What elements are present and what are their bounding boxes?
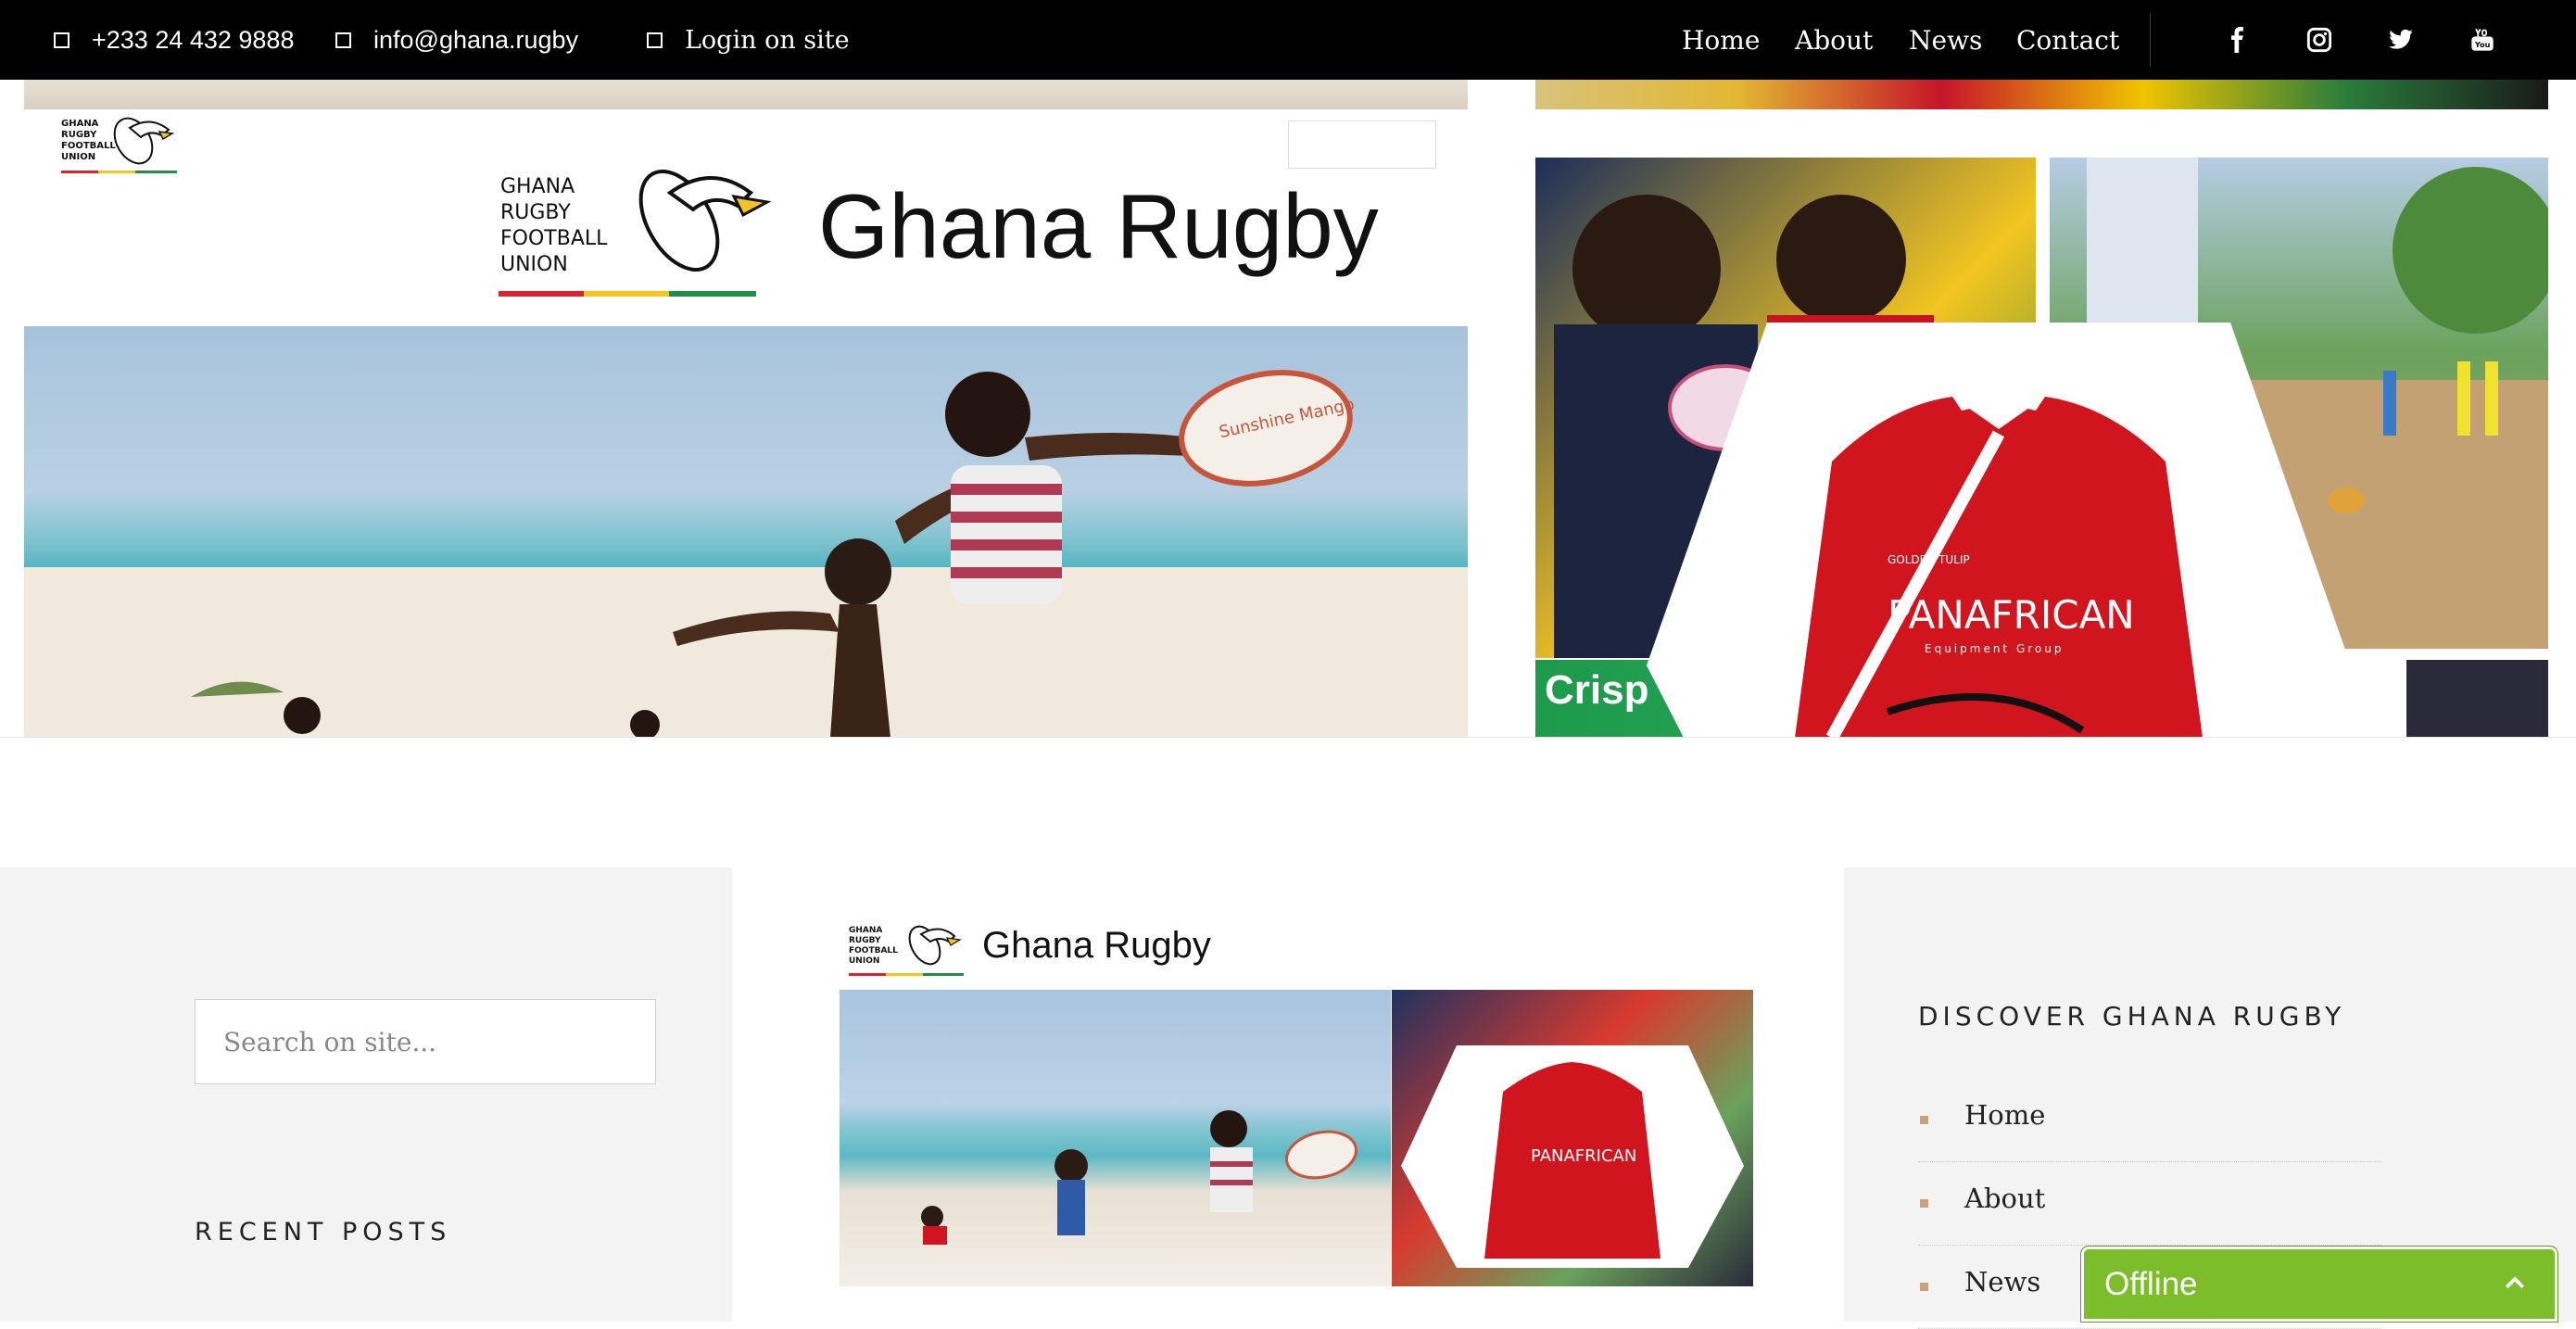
discover-title: DISCOVER GHANA RUGBY [1918, 1001, 2346, 1032]
nav-contact[interactable]: Contact [2016, 0, 2119, 80]
hero-right-collage: Crisp GOLDEN TULIP PANAFRICAN Equipment … [1535, 80, 2548, 738]
svg-text:GHANA: GHANA [61, 119, 99, 129]
email-address: info@ghana.rugby [373, 25, 579, 54]
svg-text:PANAFRICAN: PANAFRICAN [1531, 1146, 1636, 1166]
hero-banner: GHANA RUGBY FOOTBALL UNION GHANA RUGBY F… [0, 80, 2576, 738]
featured-beach-photo[interactable] [840, 990, 1391, 1286]
flag-strip [1535, 80, 2548, 109]
login-icon [647, 32, 663, 48]
svg-text:Equipment Group: Equipment Group [1925, 642, 2065, 655]
phone-icon [54, 32, 69, 48]
svg-text:RUGBY: RUGBY [849, 936, 881, 945]
nav-divider [2150, 13, 2151, 67]
youtube-icon[interactable]: You [2462, 0, 2503, 80]
login-label: Login on site [685, 25, 850, 55]
discover-link-home[interactable]: Home [1964, 1099, 2045, 1131]
featured-collage-photo[interactable]: PANAFRICAN [1392, 990, 1753, 1286]
hero-divider [0, 737, 2576, 738]
svg-text:UNION: UNION [500, 253, 568, 276]
chat-widget[interactable]: Offline [2080, 1246, 2558, 1323]
main-content: GHANA RUGBY FOOTBALL UNION Ghana Rugby P… [732, 867, 1844, 1322]
facebook-icon[interactable] [2217, 0, 2258, 80]
bullet-icon [1920, 1116, 1928, 1124]
jersey-hexagon: GOLDEN TULIP PANAFRICAN Equipment Group [1647, 323, 2351, 738]
svg-text:RUGBY: RUGBY [61, 130, 97, 140]
eagle-logo-icon: GHANA RUGBY FOOTBALL UNION [61, 117, 177, 173]
featured-title: Ghana Rugby [982, 925, 1211, 966]
brand-logo-large: GHANA RUGBY FOOTBALL UNION Ghana Rugby [499, 165, 1468, 313]
left-sidebar: RECENT POSTS [0, 867, 732, 1322]
discover-link-news[interactable]: News [1964, 1266, 2040, 1297]
site-logo[interactable]: GHANA RUGBY FOOTBALL UNION [61, 113, 191, 180]
bullet-icon [1920, 1199, 1928, 1208]
svg-text:FOOTBALL: FOOTBALL [849, 946, 898, 956]
nav-news[interactable]: News [1909, 0, 1982, 80]
chat-status: Offline [2104, 1266, 2198, 1302]
sand-strip [24, 80, 1468, 109]
svg-text:RUGBY: RUGBY [500, 201, 571, 224]
twitter-icon[interactable] [2380, 0, 2421, 80]
search-input[interactable] [195, 999, 656, 1084]
svg-text:You: You [2474, 40, 2491, 49]
email-contact[interactable]: info@ghana.rugby [335, 0, 578, 80]
hero-left-image: GHANA RUGBY FOOTBALL UNION GHANA RUGBY F… [24, 80, 1468, 738]
phone-contact[interactable]: +233 24 432 9888 [54, 0, 294, 80]
chevron-up-icon[interactable] [2501, 1270, 2529, 1297]
login-link[interactable]: Login on site [647, 0, 850, 80]
fans-photo [2406, 660, 2548, 738]
brand-title: Ghana Rugby [818, 175, 1379, 277]
jersey-sponsor: PANAFRICAN [1888, 592, 2135, 638]
nav-about[interactable]: About [1795, 0, 1873, 80]
list-item: Home [1918, 1079, 2381, 1162]
instagram-icon[interactable] [2299, 0, 2340, 80]
svg-text:GHANA: GHANA [849, 926, 882, 935]
svg-text:FOOTBALL: FOOTBALL [500, 227, 608, 250]
email-icon [335, 32, 351, 48]
rugby-ball: Sunshine Mango [1179, 370, 1357, 487]
featured-logo: GHANA RUGBY FOOTBALL UNION [849, 921, 969, 982]
striped-shirt [951, 465, 1062, 604]
phone-number: +233 24 432 9888 [92, 25, 295, 54]
beach-photo: Sunshine Mango [24, 326, 1468, 738]
nav-home[interactable]: Home [1682, 0, 1760, 80]
svg-text:UNION: UNION [61, 152, 95, 162]
svg-text:GHANA: GHANA [500, 175, 575, 198]
list-item: About [1918, 1162, 2381, 1246]
svg-text:GOLDEN TULIP: GOLDEN TULIP [1888, 553, 1970, 566]
svg-text:UNION: UNION [849, 956, 879, 966]
top-bar: +233 24 432 9888 info@ghana.rugby Login … [0, 0, 2576, 80]
recent-posts-title: RECENT POSTS [195, 1218, 452, 1247]
hero-search-box[interactable] [1288, 120, 1436, 169]
bullet-icon [1920, 1283, 1928, 1291]
svg-text:FOOTBALL: FOOTBALL [61, 141, 116, 151]
discover-link-about[interactable]: About [1964, 1183, 2045, 1214]
